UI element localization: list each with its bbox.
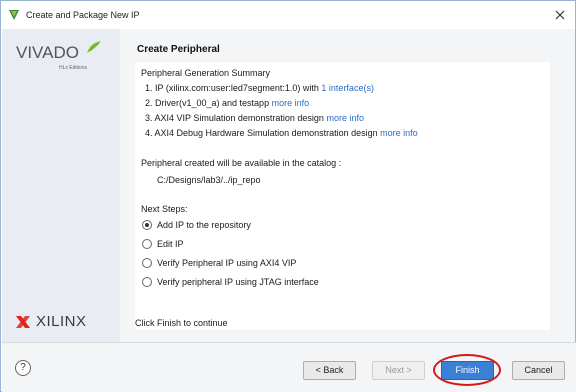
- summary-item-text: 2. Driver(v1_00_a) and testapp: [145, 98, 272, 108]
- title-bar[interactable]: Create and Package New IP: [1, 1, 575, 29]
- window-title: Create and Package New IP: [26, 10, 140, 20]
- option-verify-vip[interactable]: Verify Peripheral IP using AXI4 VIP: [142, 258, 296, 268]
- main-content: Create Peripheral Peripheral Generation …: [120, 29, 575, 342]
- vivado-logo: VIVADO HLx Editions: [16, 40, 106, 76]
- sidebar: VIVADO HLx Editions XILINX: [2, 29, 120, 342]
- summary-panel: Peripheral Generation Summary 1. IP (xil…: [135, 62, 550, 330]
- option-add-ip[interactable]: Add IP to the repository: [142, 220, 251, 230]
- dialog-window: Create and Package New IP VIVADO HLx Edi…: [0, 0, 576, 392]
- cancel-button[interactable]: Cancel: [512, 361, 565, 380]
- hlx-editions-text: HLx Editions: [59, 65, 88, 71]
- back-button[interactable]: < Back: [303, 361, 356, 380]
- debug-more-info-link[interactable]: more info: [380, 128, 418, 138]
- repo-path: C:/Designs/lab3/../ip_repo: [157, 175, 261, 185]
- page-title: Create Peripheral: [137, 44, 220, 55]
- vip-more-info-link[interactable]: more info: [326, 113, 364, 123]
- finish-note: Click Finish to continue: [135, 318, 228, 328]
- vivado-leaf-icon: [87, 41, 101, 53]
- close-icon[interactable]: [553, 8, 567, 22]
- radio-button[interactable]: [142, 277, 152, 287]
- option-label: Add IP to the repository: [157, 220, 251, 230]
- interfaces-link[interactable]: 1 interface(s): [321, 83, 374, 93]
- next-button[interactable]: Next >: [372, 361, 425, 380]
- summary-item-text: 1. IP (xilinx.com:user:led7segment:1.0) …: [145, 83, 322, 93]
- xilinx-logo-icon: [16, 315, 30, 328]
- summary-item: 2. Driver(v1_00_a) and testapp more info: [145, 98, 309, 108]
- summary-item: 1. IP (xilinx.com:user:led7segment:1.0) …: [145, 83, 374, 93]
- option-edit-ip[interactable]: Edit IP: [142, 239, 184, 249]
- catalog-text: Peripheral created will be available in …: [141, 158, 342, 168]
- radio-button[interactable]: [142, 258, 152, 268]
- option-label: Verify peripheral IP using JTAG interfac…: [157, 277, 319, 287]
- next-steps-label: Next Steps:: [141, 204, 188, 214]
- help-icon[interactable]: ?: [15, 360, 31, 376]
- summary-item: 3. AXI4 VIP Simulation demonstration des…: [145, 113, 364, 123]
- button-bar: ? < Back Next > Finish Cancel: [2, 342, 576, 392]
- summary-item-text: 4. AXI4 Debug Hardware Simulation demons…: [145, 128, 381, 138]
- summary-title: Peripheral Generation Summary: [141, 68, 271, 78]
- xilinx-logo: XILINX: [15, 313, 87, 330]
- vivado-logo-text: VIVADO: [16, 43, 79, 62]
- vivado-app-icon: [9, 10, 19, 20]
- xilinx-logo-text: XILINX: [36, 313, 87, 330]
- option-label: Verify Peripheral IP using AXI4 VIP: [157, 258, 297, 268]
- option-verify-jtag[interactable]: Verify peripheral IP using JTAG interfac…: [142, 277, 319, 287]
- radio-button-checked[interactable]: [142, 220, 152, 230]
- finish-highlight-ring: [433, 354, 501, 386]
- option-label: Edit IP: [157, 239, 184, 249]
- radio-button[interactable]: [142, 239, 152, 249]
- summary-item-text: 3. AXI4 VIP Simulation demonstration des…: [145, 113, 327, 123]
- driver-more-info-link[interactable]: more info: [272, 98, 310, 108]
- summary-item: 4. AXI4 Debug Hardware Simulation demons…: [145, 128, 418, 138]
